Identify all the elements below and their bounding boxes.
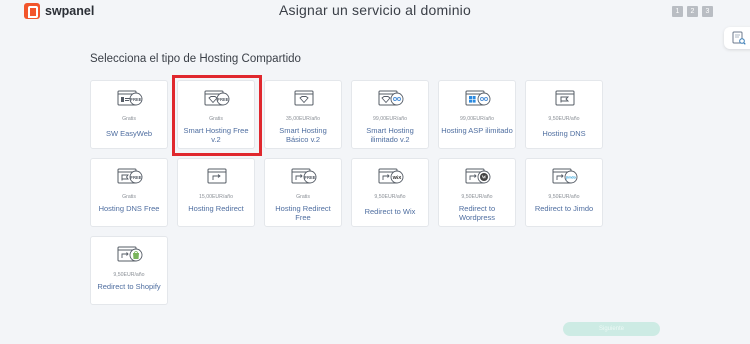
hosting-card-smart-hosting-ilimitado[interactable]: 99,00EUR/año Smart Hosting ilimitado v.2	[351, 80, 429, 149]
svg-text:WiX: WiX	[393, 175, 403, 180]
card-price: Gratis	[122, 194, 136, 200]
diamond-icon	[294, 90, 314, 106]
svg-text:FREE: FREE	[304, 175, 315, 180]
hosting-card-sw-easyweb[interactable]: FREE Gratis SW EasyWeb	[90, 80, 168, 149]
section-title: Selecciona el tipo de Hosting Compartido	[90, 53, 301, 65]
windows-infinity-icon	[465, 90, 491, 106]
card-name: Hosting DNS	[542, 129, 586, 138]
hosting-card-smart-hosting-basico[interactable]: 35,00EUR/año Smart Hosting Básico v.2	[264, 80, 342, 149]
card-name: Hosting ASP ilimitado	[441, 126, 513, 135]
hosting-card-hosting-redirect-free[interactable]: FREE Gratis Hosting Redirect Free	[264, 158, 342, 227]
hosting-card-redirect-wix[interactable]: WiX 9,50EUR/año Redirect to Wix	[351, 158, 429, 227]
svg-text:W: W	[482, 175, 487, 180]
dns-icon	[555, 90, 575, 106]
card-name: Redirect to Shopify	[97, 282, 161, 291]
hosting-card-redirect-wordpress[interactable]: W 9,50EUR/año Redirect to Wordpress	[438, 158, 516, 227]
card-name: SW EasyWeb	[105, 129, 153, 138]
card-price: 9,50EUR/año	[113, 272, 145, 278]
selection-highlight	[172, 75, 262, 156]
top-bar: swpanel Asignar un servicio al dominio 1…	[0, 0, 750, 26]
hosting-card-hosting-redirect[interactable]: 15,00EUR/año Hosting Redirect	[177, 158, 255, 227]
card-name: Smart Hosting ilimitado v.2	[366, 126, 414, 144]
wordpress-icon: W	[465, 168, 491, 184]
svg-text:FREE: FREE	[130, 97, 141, 102]
step-1[interactable]: 1	[672, 6, 683, 17]
next-button[interactable]: Siguiente	[563, 322, 660, 336]
card-name: Redirect to Wordpress	[458, 204, 496, 222]
card-price: 35,00EUR/año	[285, 116, 321, 122]
search-document-icon	[732, 31, 746, 45]
card-price: 9,50EUR/año	[461, 194, 493, 200]
card-price: 99,00EUR/año	[372, 116, 408, 122]
hosting-card-hosting-dns[interactable]: 9,50EUR/año Hosting DNS	[525, 80, 603, 149]
card-price: 15,00EUR/año	[198, 194, 234, 200]
svg-text:FREE: FREE	[130, 175, 141, 180]
step-indicator: 1 2 3	[672, 6, 713, 17]
jimdo-icon: jimdo	[552, 168, 578, 184]
card-name: Hosting Redirect	[188, 204, 244, 213]
search-panel-tab[interactable]	[724, 27, 750, 49]
card-name: Smart Hosting Básico v.2	[279, 126, 327, 144]
svg-text:jimdo: jimdo	[565, 175, 576, 179]
infinity-icon	[378, 90, 404, 106]
sw-free-icon: FREE	[117, 90, 143, 106]
card-name: Redirect to Wix	[364, 207, 416, 216]
card-price: 9,50EUR/año	[548, 194, 580, 200]
redirect-icon	[207, 168, 227, 184]
hosting-card-hosting-dns-free[interactable]: FREE Gratis Hosting DNS Free	[90, 158, 168, 227]
card-price: Gratis	[122, 116, 136, 122]
redirect-free-icon: FREE	[291, 168, 317, 184]
card-price: 99,00EUR/año	[459, 116, 495, 122]
step-2[interactable]: 2	[687, 6, 698, 17]
wix-icon: WiX	[378, 168, 404, 184]
shopify-icon	[117, 246, 143, 262]
hosting-card-redirect-shopify[interactable]: 9,50EUR/año Redirect to Shopify	[90, 236, 168, 305]
card-price: 9,50EUR/año	[374, 194, 406, 200]
hosting-card-hosting-asp[interactable]: 99,00EUR/año Hosting ASP ilimitado	[438, 80, 516, 149]
card-price: Gratis	[296, 194, 310, 200]
card-price: 9,50EUR/año	[548, 116, 580, 122]
step-3[interactable]: 3	[702, 6, 713, 17]
card-name: Hosting DNS Free	[98, 204, 160, 213]
dns-free-icon: FREE	[117, 168, 143, 184]
card-name: Hosting Redirect Free	[275, 204, 331, 222]
page-title: Asignar un servicio al dominio	[279, 2, 471, 18]
hosting-card-redirect-jimdo[interactable]: jimdo 9,50EUR/año Redirect to Jimdo	[525, 158, 603, 227]
card-name: Redirect to Jimdo	[534, 204, 594, 213]
